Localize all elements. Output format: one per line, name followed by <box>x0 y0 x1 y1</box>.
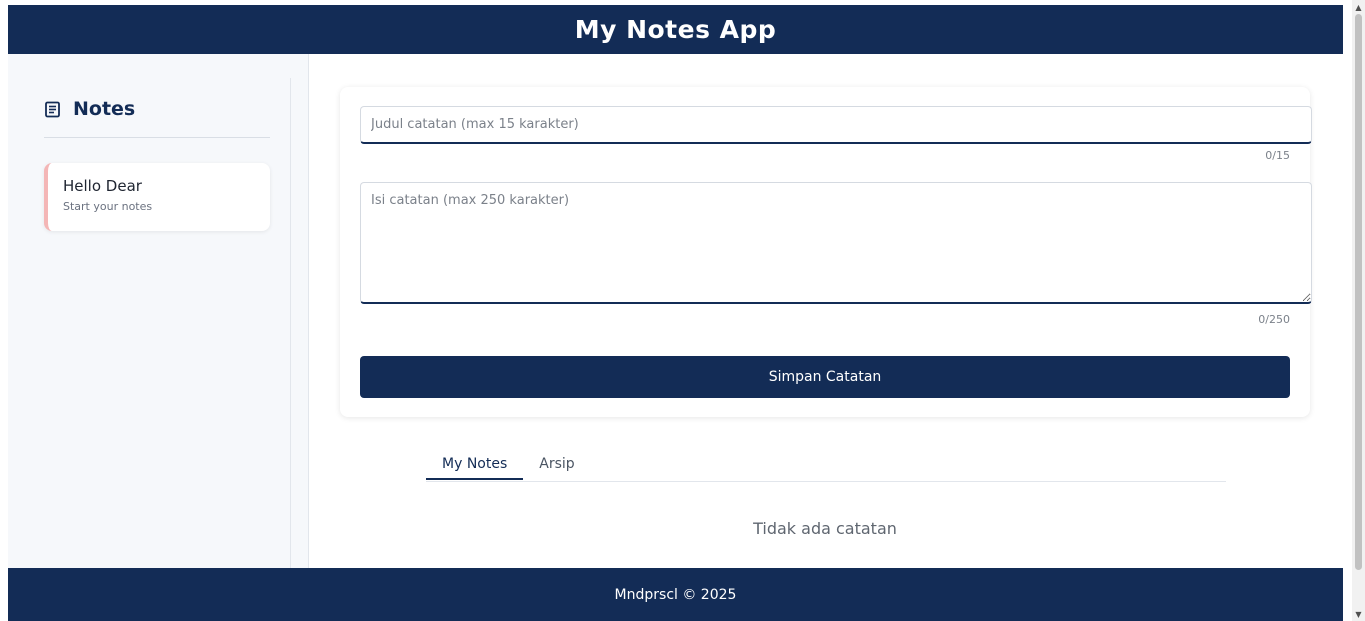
notes-tabs: My Notes Arsip <box>426 449 1226 482</box>
note-form-card: 0/15 0/250 Simpan Catatan <box>340 87 1312 417</box>
sidebar-heading-text: Notes <box>73 98 136 120</box>
sidebar-heading: Notes <box>44 98 270 120</box>
app-footer: Mndprscl © 2025 <box>8 568 1343 621</box>
empty-notes-message: Tidak ada catatan <box>753 519 897 538</box>
sidebar-divider-line <box>290 78 291 568</box>
note-card-title: Hello Dear <box>63 177 142 195</box>
tab-arsip[interactable]: Arsip <box>523 449 590 480</box>
notes-list-icon <box>44 101 61 118</box>
page-scrollbar[interactable]: ▲ ▼ <box>1352 0 1365 621</box>
footer-text: Mndprscl © 2025 <box>614 586 737 603</box>
scroll-down-arrow-icon[interactable]: ▼ <box>1352 607 1365 621</box>
sidebar: Notes Hello Dear Start your notes <box>8 54 309 568</box>
app-title: My Notes App <box>574 15 777 44</box>
title-char-counter: 0/15 <box>1265 149 1290 162</box>
app-header: My Notes App <box>8 5 1343 54</box>
save-note-button[interactable]: Simpan Catatan <box>360 356 1290 398</box>
note-body-textarea[interactable] <box>360 182 1312 304</box>
tab-my-notes[interactable]: My Notes <box>426 449 524 480</box>
sidebar-note-card[interactable]: Hello Dear Start your notes <box>44 163 270 231</box>
app-frame: My Notes App Notes Hello Dear Start your… <box>8 5 1343 621</box>
body-char-counter: 0/250 <box>1258 313 1290 326</box>
sidebar-heading-divider <box>44 137 270 138</box>
scrollbar-thumb[interactable] <box>1355 14 1362 570</box>
note-card-subtitle: Start your notes <box>63 200 153 213</box>
scroll-up-arrow-icon[interactable]: ▲ <box>1352 0 1365 14</box>
note-title-input[interactable] <box>360 106 1312 144</box>
